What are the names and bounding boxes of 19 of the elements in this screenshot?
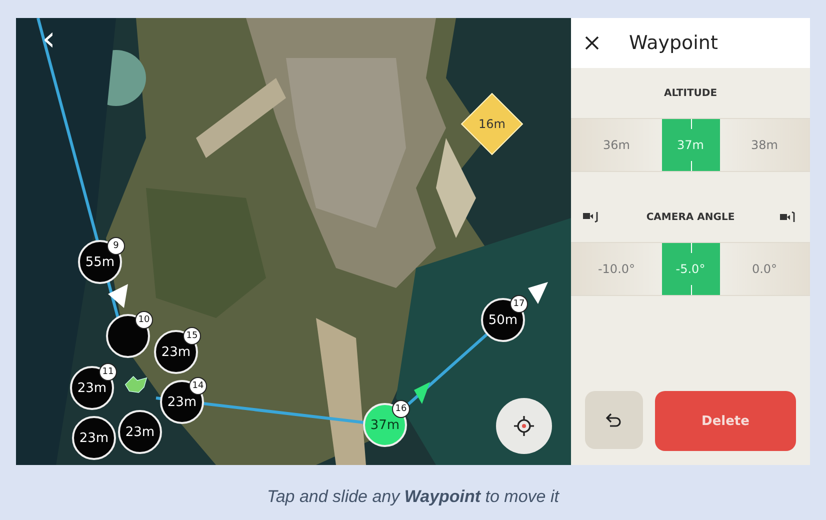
direction-arrow-icon xyxy=(414,382,430,404)
direction-arrow-icon xyxy=(528,282,548,304)
picker-option[interactable]: 0.0° xyxy=(736,243,794,295)
value-picker[interactable]: 36m 37m 38m xyxy=(571,118,810,172)
picker-option[interactable]: -10.0° xyxy=(588,243,646,295)
panel-title: Waypoint xyxy=(629,32,718,54)
crosshair-icon xyxy=(513,415,535,437)
section-label: ALTITUDE xyxy=(662,88,718,98)
undo-icon xyxy=(606,413,622,427)
value-picker[interactable]: -10.0° -5.0° 0.0° xyxy=(571,242,810,296)
caption: Tap and slide any Waypoint to move it xyxy=(267,487,559,507)
undo-button[interactable] xyxy=(585,391,643,449)
back-button[interactable]: ‹ xyxy=(42,22,56,56)
picker-option[interactable]: 36m xyxy=(588,119,646,171)
direction-arrow-icon xyxy=(108,284,128,308)
picker-option[interactable]: 38m xyxy=(736,119,794,171)
section-label: CAMERA ANGLE xyxy=(645,212,736,222)
close-icon[interactable] xyxy=(585,36,599,50)
home-marker-icon xyxy=(124,375,148,394)
